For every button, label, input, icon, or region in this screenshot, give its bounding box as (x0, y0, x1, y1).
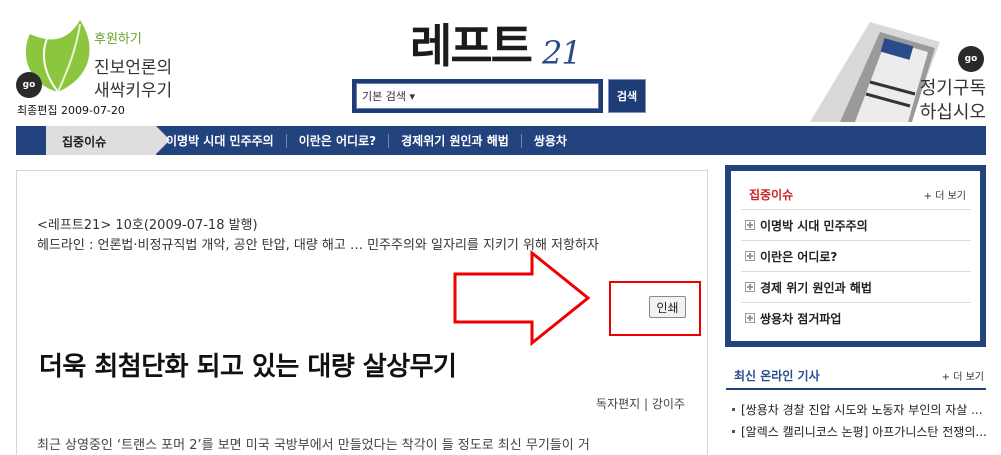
site-logo[interactable]: 레프트 21 (410, 10, 582, 73)
go-icon[interactable]: go (958, 46, 984, 72)
nav-item-democracy[interactable]: 이명박 시대 민주주의 (166, 133, 287, 148)
focus-more-link[interactable]: + 더 보기 (924, 187, 966, 202)
arrow-right-icon (453, 250, 591, 347)
print-button[interactable]: 인쇄 (649, 296, 686, 318)
latest-articles-box: 최신 온라인 기사 + 더 보기 [쌍용차 경찰 진압 시도와 노동자 부인의 … (726, 362, 986, 455)
list-item[interactable]: [쌍용차 경찰 진압 시도와 노동자 부인의 자살 ... (730, 399, 986, 421)
divider (726, 388, 986, 390)
issue-headline: 헤드라인 : 언론법·비정규직법 개악, 공안 탄압, 대량 해고 … 민주주의… (37, 238, 599, 253)
plus-icon (745, 220, 755, 230)
article-panel: <레프트21> 10호(2009-07-18 발행) 헤드라인 : 언론법·비정… (16, 170, 708, 455)
logo-text: 레프트 (410, 19, 533, 73)
nav-item-focus-issue[interactable]: 집중이슈 (46, 126, 170, 155)
support-promo-banner[interactable]: go 후원하기 진보언론의 새싹키우기 (12, 8, 192, 103)
article-title: 더욱 최첨단화 되고 있는 대량 살상무기 (39, 352, 457, 382)
list-item[interactable]: [알렉스 캘리니코스 논평] 아프가니스탄 전쟁의... (730, 421, 986, 443)
search-box (352, 79, 603, 113)
article-byline: 독자편지 | 강이주 (596, 397, 685, 411)
plus-icon (745, 282, 755, 292)
promo-slogan: 후원하기 (94, 32, 142, 47)
list-item[interactable]: 쌍용차 점거파업 (741, 302, 971, 333)
promo-line-1: 진보언론의 (94, 58, 173, 78)
focus-issue-list: 이명박 시대 민주주의 이란은 어디로? 경제 위기 원인과 해법 쌍용차 점거… (741, 209, 971, 333)
list-item[interactable]: 이란은 어디로? (741, 240, 971, 271)
subscribe-line-2: 하십시오 (919, 102, 986, 123)
bullet-icon (732, 429, 735, 433)
main-navigation: 집중이슈 이명박 시대 민주주의 이란은 어디로? 경제위기 원인과 해법 쌍용… (16, 126, 986, 155)
list-item-label: 이란은 어디로? (760, 249, 838, 264)
list-item-label: 이명박 시대 민주주의 (760, 218, 868, 233)
list-item-label: [쌍용차 경찰 진압 시도와 노동자 부인의 자살 ... (741, 403, 983, 417)
list-item-label: [알렉스 캘리니코스 논평] 아프가니스탄 전쟁의... (741, 425, 986, 439)
bullet-icon (732, 407, 735, 411)
list-item-label: 쌍용차 점거파업 (760, 311, 842, 326)
latest-articles-list: [쌍용차 경찰 진압 시도와 노동자 부인의 자살 ... [알렉스 캘리니코스… (730, 399, 986, 443)
nav-item-economic-crisis[interactable]: 경제위기 원인과 해법 (389, 133, 522, 148)
last-edited-date: 최종편집 2009-07-20 (17, 104, 125, 117)
plus-icon (745, 251, 755, 261)
go-icon[interactable]: go (16, 72, 42, 98)
list-item[interactable]: 이명박 시대 민주주의 (741, 209, 971, 240)
nav-active-label: 집중이슈 (62, 135, 107, 149)
list-item-label: 경제 위기 원인과 해법 (760, 280, 872, 295)
search-input[interactable] (356, 83, 599, 109)
issue-meta: <레프트21> 10호(2009-07-18 발행) (37, 218, 258, 233)
subscribe-promo-banner[interactable]: go 정기구독 하십시오 (800, 8, 990, 123)
nav-item-iran[interactable]: 이란은 어디로? (287, 133, 390, 148)
plus-icon (745, 313, 755, 323)
logo-number: 21 (542, 34, 582, 72)
latest-articles-title: 최신 온라인 기사 (734, 369, 820, 383)
search-button[interactable]: 검색 (608, 79, 646, 113)
promo-line-2: 새싹키우기 (94, 81, 173, 101)
subscribe-line-1: 정기구독 (919, 78, 986, 99)
list-item[interactable]: 경제 위기 원인과 해법 (741, 271, 971, 302)
focus-issue-title: 집중이슈 (749, 188, 794, 202)
article-body: 최근 상영중인 ‘트랜스 포머 2’를 보면 미국 국방부에서 만들었다는 착각… (37, 438, 590, 453)
nav-item-ssangyong[interactable]: 쌍용차 (522, 134, 579, 148)
focus-issue-box: 집중이슈 + 더 보기 이명박 시대 민주주의 이란은 어디로? 경제 위기 원… (725, 165, 986, 347)
latest-more-link[interactable]: + 더 보기 (942, 368, 984, 383)
